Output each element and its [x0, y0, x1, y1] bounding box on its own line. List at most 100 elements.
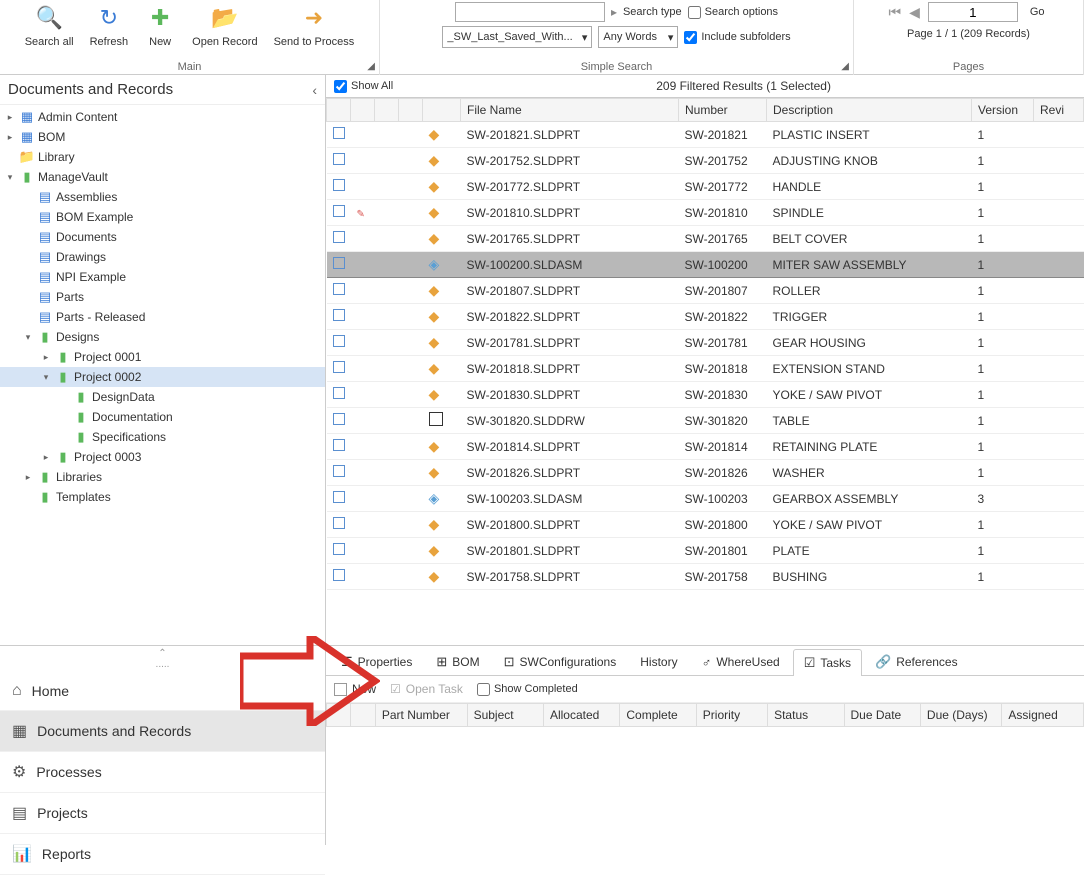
- sidenav-collapse-icon[interactable]: ⌃.....: [0, 646, 325, 672]
- tree-node[interactable]: ▤Parts: [0, 287, 325, 307]
- row-checkbox[interactable]: [333, 569, 345, 581]
- table-row[interactable]: SW-301820.SLDDRWSW-301820TABLE1: [327, 408, 1084, 434]
- search-options-checkbox[interactable]: Search options: [688, 6, 778, 19]
- tree-node[interactable]: ▤Drawings: [0, 247, 325, 267]
- tree-node[interactable]: ▸▮Project 0003: [0, 447, 325, 467]
- first-page-icon[interactable]: ⏮: [888, 4, 901, 21]
- table-row[interactable]: ◆SW-201781.SLDPRTSW-201781GEAR HOUSING1: [327, 330, 1084, 356]
- row-checkbox[interactable]: [333, 335, 345, 347]
- include-subfolders-checkbox[interactable]: Include subfolders: [684, 31, 790, 44]
- row-checkbox[interactable]: [333, 491, 345, 503]
- tab-history[interactable]: History: [629, 648, 688, 675]
- row-checkbox[interactable]: [333, 153, 345, 165]
- table-row[interactable]: ◆SW-201758.SLDPRTSW-201758BUSHING1: [327, 564, 1084, 590]
- table-row[interactable]: ◆SW-201821.SLDPRTSW-201821PLASTIC INSERT…: [327, 122, 1084, 148]
- row-checkbox[interactable]: [333, 257, 345, 269]
- table-row[interactable]: ◈SW-100203.SLDASMSW-100203GEARBOX ASSEMB…: [327, 486, 1084, 512]
- table-row[interactable]: ◆SW-201801.SLDPRTSW-201801PLATE1: [327, 538, 1084, 564]
- show-all-checkbox[interactable]: Show All: [334, 80, 393, 93]
- send-to-process-button[interactable]: ➜Send to Process: [266, 0, 363, 50]
- table-row[interactable]: ◆SW-201800.SLDPRTSW-201800YOKE / SAW PIV…: [327, 512, 1084, 538]
- tree-node[interactable]: ▾▮Designs: [0, 327, 325, 347]
- grid-column-header[interactable]: Number: [679, 99, 767, 122]
- table-row[interactable]: ◆SW-201822.SLDPRTSW-201822TRIGGER1: [327, 304, 1084, 330]
- tree-toggle-icon[interactable]: ▸: [40, 452, 52, 463]
- task-column-header[interactable]: [351, 704, 375, 727]
- table-row[interactable]: ◆SW-201814.SLDPRTSW-201814RETAINING PLAT…: [327, 434, 1084, 460]
- table-row[interactable]: ◆SW-201807.SLDPRTSW-201807ROLLER1: [327, 278, 1084, 304]
- task-column-header[interactable]: Due (Days): [920, 704, 1002, 727]
- row-checkbox[interactable]: [333, 179, 345, 191]
- row-checkbox[interactable]: [333, 439, 345, 451]
- grid-column-header[interactable]: Version: [972, 99, 1034, 122]
- tab-whereused[interactable]: ♂WhereUsed: [691, 648, 791, 675]
- grid-column-header[interactable]: [423, 99, 461, 122]
- table-row[interactable]: ◆SW-201765.SLDPRTSW-201765BELT COVER1: [327, 226, 1084, 252]
- task-column-header[interactable]: Allocated: [543, 704, 619, 727]
- tree-node[interactable]: ▤BOM Example: [0, 207, 325, 227]
- open-task-button[interactable]: ☑Open Task: [390, 682, 463, 696]
- tree-node[interactable]: ▤Parts - Released: [0, 307, 325, 327]
- dialog-launcher-icon[interactable]: ◢: [841, 61, 849, 72]
- table-row[interactable]: ◈SW-100200.SLDASMSW-100200MITER SAW ASSE…: [327, 252, 1084, 278]
- task-column-header[interactable]: [327, 704, 351, 727]
- tree-node[interactable]: ▮DesignData: [0, 387, 325, 407]
- row-checkbox[interactable]: [333, 413, 345, 425]
- new-task-button[interactable]: New: [334, 682, 376, 696]
- row-checkbox[interactable]: [333, 309, 345, 321]
- tree-node[interactable]: ▾▮Project 0002: [0, 367, 325, 387]
- grid-column-header[interactable]: Revi: [1034, 99, 1084, 122]
- row-checkbox[interactable]: [333, 361, 345, 373]
- search-all-button[interactable]: 🔍Search all: [17, 0, 82, 50]
- row-checkbox[interactable]: [333, 283, 345, 295]
- refresh-button[interactable]: ↻Refresh: [82, 0, 137, 50]
- tree-node[interactable]: ▮Templates: [0, 487, 325, 507]
- dialog-launcher-icon[interactable]: ◢: [367, 61, 375, 72]
- search-go-icon[interactable]: ▸: [611, 5, 617, 19]
- sidenav-item[interactable]: 📊Reports: [0, 834, 325, 875]
- tree-toggle-icon[interactable]: ▾: [22, 332, 34, 343]
- table-row[interactable]: ◆SW-201826.SLDPRTSW-201826WASHER1: [327, 460, 1084, 486]
- grid-column-header[interactable]: [351, 99, 375, 122]
- task-column-header[interactable]: Status: [768, 704, 844, 727]
- row-checkbox[interactable]: [333, 127, 345, 139]
- page-number-input[interactable]: [928, 2, 1018, 22]
- tree-node[interactable]: ▮Specifications: [0, 427, 325, 447]
- tree-toggle-icon[interactable]: ▾: [4, 172, 16, 183]
- tree-toggle-icon[interactable]: ▸: [22, 472, 34, 483]
- tree-node[interactable]: ▸▮Libraries: [0, 467, 325, 487]
- sidenav-item[interactable]: ⌂Home: [0, 672, 325, 711]
- row-checkbox[interactable]: [333, 387, 345, 399]
- tree-toggle-icon[interactable]: ▸: [4, 112, 16, 123]
- tree-node[interactable]: ▸▮Project 0001: [0, 347, 325, 367]
- prev-page-icon[interactable]: ◀: [909, 4, 920, 21]
- grid-column-header[interactable]: [327, 99, 351, 122]
- tab-tasks[interactable]: ☑Tasks: [793, 649, 862, 676]
- search-input[interactable]: [455, 2, 605, 22]
- table-row[interactable]: ◆SW-201772.SLDPRTSW-201772HANDLE1: [327, 174, 1084, 200]
- tree-node[interactable]: ▸▦Admin Content: [0, 107, 325, 127]
- sidenav-item[interactable]: ⚙Processes: [0, 752, 325, 793]
- tree-toggle-icon[interactable]: ▸: [4, 132, 16, 143]
- row-checkbox[interactable]: [333, 465, 345, 477]
- table-row[interactable]: ✎◆SW-201810.SLDPRTSW-201810SPINDLE1: [327, 200, 1084, 226]
- tree-node[interactable]: ▤Documents: [0, 227, 325, 247]
- show-completed-checkbox[interactable]: Show Completed: [477, 683, 578, 696]
- table-row[interactable]: ◆SW-201752.SLDPRTSW-201752ADJUSTING KNOB…: [327, 148, 1084, 174]
- task-column-header[interactable]: Part Number: [375, 704, 467, 727]
- open-record-button[interactable]: 📂Open Record: [184, 0, 265, 50]
- task-column-header[interactable]: Assigned: [1002, 704, 1084, 727]
- task-column-header[interactable]: Due Date: [844, 704, 920, 727]
- tree-node[interactable]: ▾▮ManageVault: [0, 167, 325, 187]
- saved-search-dropdown[interactable]: _SW_Last_Saved_With...▾: [442, 26, 592, 48]
- tree-node[interactable]: 📁Library: [0, 147, 325, 167]
- task-column-header[interactable]: Subject: [467, 704, 543, 727]
- grid-column-header[interactable]: Description: [767, 99, 972, 122]
- new-button[interactable]: ✚New: [136, 0, 184, 50]
- tree-toggle-icon[interactable]: ▸: [40, 352, 52, 363]
- grid-column-header[interactable]: [399, 99, 423, 122]
- row-checkbox[interactable]: [333, 231, 345, 243]
- tree-node[interactable]: ▸▦BOM: [0, 127, 325, 147]
- task-column-header[interactable]: Priority: [696, 704, 767, 727]
- tree-node[interactable]: ▮Documentation: [0, 407, 325, 427]
